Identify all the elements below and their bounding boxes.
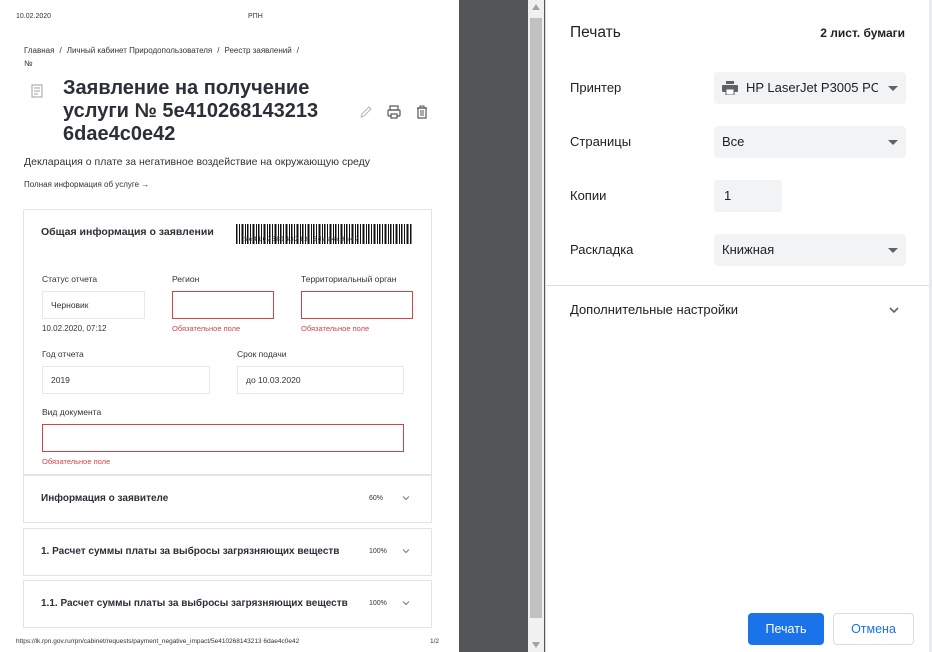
- chevron-down-icon[interactable]: [888, 304, 900, 316]
- scroll-down-arrow-icon[interactable]: [532, 642, 540, 648]
- dropdown-caret-icon: [888, 140, 898, 145]
- chevron-down-icon: [402, 549, 410, 554]
- chevron-down-icon: [402, 601, 410, 606]
- sheet-count: 2 лист. бумаги: [820, 26, 905, 40]
- status-field: Черновик: [42, 291, 145, 319]
- dropdown-caret-icon: [888, 86, 898, 91]
- section-progress: 100%: [369, 600, 387, 607]
- print-panel-title: Печать: [570, 24, 621, 41]
- more-settings-toggle[interactable]: Дополнительные настройки: [570, 302, 738, 317]
- pages-select[interactable]: Все: [714, 126, 906, 158]
- breadcrumb-item-cabinet: Личный кабинет Природопользователя: [66, 46, 213, 55]
- report-year-label: Год отчета: [42, 349, 84, 359]
- page-footer-url: https://lk.rpn.gov.ru/rpn/cabinet/reques…: [16, 638, 300, 645]
- copies-label: Копии: [570, 188, 607, 203]
- print-icon[interactable]: [386, 104, 402, 120]
- chevron-down-icon: [402, 496, 410, 501]
- region-error: Обязательное поле: [172, 324, 241, 333]
- pages-label: Страницы: [570, 134, 632, 149]
- section-applicant-info[interactable]: Информация о заявителе 60%: [23, 475, 432, 523]
- deadline-label: Срок подачи: [237, 349, 287, 359]
- page-header-date: 10.02.2020: [16, 13, 52, 20]
- service-info-link[interactable]: Полная информация об услуге →: [24, 180, 149, 189]
- report-year-field[interactable]: 2019: [42, 366, 210, 394]
- preview-scrollbar[interactable]: [528, 0, 544, 652]
- printer-label: Принтер: [570, 80, 622, 95]
- document-icon: [31, 84, 43, 98]
- status-date: 10.02.2020, 07:12: [42, 324, 107, 333]
- printer-icon: [722, 81, 738, 95]
- layout-label: Раскладка: [570, 242, 634, 257]
- region-label: Регион: [172, 274, 200, 284]
- region-select[interactable]: [172, 291, 274, 319]
- scroll-up-arrow-icon[interactable]: [532, 4, 540, 10]
- dropdown-caret-icon: [888, 248, 898, 253]
- breadcrumb: Главная / Личный кабинет Природопользовате…: [24, 46, 299, 68]
- section-title: 1.1. Расчет суммы платы за выбросы загря…: [41, 598, 348, 609]
- panel-divider: [546, 285, 932, 286]
- territorial-body-error: Обязательное поле: [301, 324, 370, 333]
- preview-page: 10.02.2020 РПН Главная / Личный кабинет Пр…: [0, 0, 459, 652]
- layout-value: Книжная: [722, 242, 775, 257]
- breadcrumb-item-number: №: [24, 59, 33, 68]
- section-title: 1. Расчет суммы платы за выбросы загрязн…: [41, 546, 340, 557]
- page-header-title: РПН: [248, 13, 263, 20]
- print-preview-area: 10.02.2020 РПН Главная / Личный кабинет Пр…: [0, 0, 545, 652]
- breadcrumb-item-registry: Реестр заявлений: [224, 46, 292, 55]
- layout-select[interactable]: Книжная: [714, 234, 906, 266]
- section-emissions-calc[interactable]: 1. Расчет суммы платы за выбросы загрязн…: [23, 528, 432, 576]
- delete-icon[interactable]: [414, 104, 430, 120]
- printer-value: HP LaserJet P3005 PCL6: [746, 80, 878, 95]
- breadcrumb-item-home: Главная: [24, 46, 55, 55]
- document-type-label: Вид документа: [42, 407, 102, 417]
- status-label: Статус отчета: [42, 274, 98, 284]
- cancel-button[interactable]: Отмена: [833, 613, 914, 645]
- page-subtitle: Декларация о плате за негативное воздейс…: [24, 156, 371, 168]
- territorial-body-label: Территориальный орган: [301, 274, 397, 284]
- page-footer-number: 1/2: [430, 638, 440, 645]
- pages-value: Все: [722, 134, 745, 149]
- territorial-body-select[interactable]: [301, 291, 413, 319]
- general-info-title: Общая информация о заявлении: [41, 226, 214, 238]
- barcode-number: 5e410268143213 6dae4c0e42: [244, 236, 360, 243]
- printer-select[interactable]: HP LaserJet P3005 PCL6: [714, 72, 906, 104]
- page-title: Заявление на получение услуги № 5e410268…: [63, 77, 319, 141]
- deadline-field: до 10.03.2020: [237, 366, 404, 394]
- copies-input[interactable]: 1: [714, 180, 782, 212]
- scrollbar-thumb[interactable]: [530, 18, 542, 618]
- print-button[interactable]: Печать: [748, 613, 824, 645]
- print-settings-panel: Печать 2 лист. бумаги Принтер HP LaserJe…: [545, 0, 932, 652]
- edit-icon[interactable]: [358, 104, 374, 120]
- section-progress: 60%: [369, 495, 384, 502]
- section-progress: 100%: [369, 548, 387, 555]
- document-type-select[interactable]: [42, 424, 404, 452]
- section-title: Информация о заявителе: [41, 493, 169, 504]
- section-emissions-calc-1-1[interactable]: 1.1. Расчет суммы платы за выбросы загря…: [23, 580, 432, 628]
- document-type-error: Обязательное поле: [42, 457, 111, 466]
